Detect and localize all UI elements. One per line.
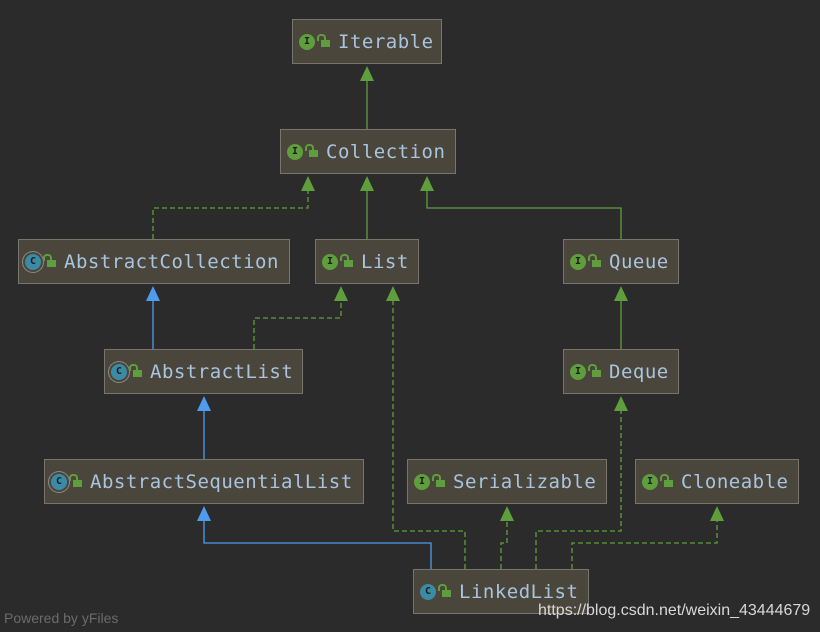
edge-implements xyxy=(253,300,342,349)
arrowhead-icon xyxy=(197,506,211,521)
arrowhead-icon xyxy=(334,286,348,301)
public-lock-icon xyxy=(588,363,601,377)
node-label: Cloneable xyxy=(681,470,789,493)
interface-icon: I xyxy=(414,473,430,490)
node-abstract-collection[interactable]: C AbstractCollection xyxy=(18,239,290,284)
public-lock-icon xyxy=(438,583,451,597)
abstract-class-icon: C xyxy=(25,253,41,270)
abstract-class-icon: C xyxy=(111,363,127,380)
edge-implements xyxy=(571,520,718,569)
edge-extends-class xyxy=(203,520,432,569)
arrowhead-icon xyxy=(301,176,315,191)
edge-implements xyxy=(500,520,508,569)
node-label: AbstractList xyxy=(150,360,294,383)
node-label: Serializable xyxy=(453,470,597,493)
arrowhead-icon xyxy=(420,176,434,191)
abstract-class-icon: C xyxy=(51,473,67,490)
node-queue[interactable]: I Queue xyxy=(563,239,679,284)
arrowhead-icon xyxy=(614,396,628,411)
public-lock-icon xyxy=(340,253,353,267)
edge-implements xyxy=(152,190,309,239)
public-lock-icon xyxy=(432,473,445,487)
public-lock-icon xyxy=(317,33,330,47)
interface-icon: I xyxy=(642,473,658,490)
public-lock-icon xyxy=(305,143,318,157)
uml-diagram: I Iterable I Collection C AbstractCollection I… xyxy=(0,0,820,632)
arrowhead-icon xyxy=(197,396,211,411)
node-abstract-sequential-list[interactable]: C AbstractSequentialList xyxy=(44,459,364,504)
node-list[interactable]: I List xyxy=(315,239,419,284)
node-label: Deque xyxy=(609,360,669,383)
interface-icon: I xyxy=(287,143,303,160)
public-lock-icon xyxy=(660,473,673,487)
node-label: List xyxy=(361,250,409,273)
edges-layer xyxy=(146,66,724,569)
node-label: LinkedList xyxy=(459,580,579,603)
node-label: Collection xyxy=(326,140,446,163)
watermark: https://blog.csdn.net/weixin_43444679 xyxy=(538,602,811,619)
node-label: AbstractSequentialList xyxy=(90,470,353,493)
arrowhead-icon xyxy=(360,66,374,81)
powered-by-footer: Powered by yFiles xyxy=(4,610,119,626)
interface-icon: I xyxy=(570,253,586,270)
node-label: Iterable xyxy=(338,30,434,53)
node-deque[interactable]: I Deque xyxy=(563,349,679,394)
edge-extends-interface xyxy=(426,190,622,239)
edge-implements xyxy=(392,300,466,569)
node-serializable[interactable]: I Serializable xyxy=(407,459,607,504)
node-cloneable[interactable]: I Cloneable xyxy=(635,459,799,504)
interface-icon: I xyxy=(570,363,586,380)
interface-icon: I xyxy=(299,33,315,50)
node-abstract-list[interactable]: C AbstractList xyxy=(104,349,303,394)
interface-icon: I xyxy=(322,253,338,270)
arrowhead-icon xyxy=(386,286,400,301)
node-iterable[interactable]: I Iterable xyxy=(292,19,442,64)
public-lock-icon xyxy=(129,363,142,377)
public-lock-icon xyxy=(588,253,601,267)
arrowhead-icon xyxy=(614,286,628,301)
arrowhead-icon xyxy=(500,506,514,521)
arrowhead-icon xyxy=(710,506,724,521)
class-icon: C xyxy=(420,583,436,600)
node-collection[interactable]: I Collection xyxy=(280,129,456,174)
node-label: AbstractCollection xyxy=(64,250,279,273)
arrowhead-icon xyxy=(146,286,160,301)
node-label: Queue xyxy=(609,250,669,273)
public-lock-icon xyxy=(69,473,82,487)
arrowhead-icon xyxy=(360,176,374,191)
public-lock-icon xyxy=(43,253,56,267)
